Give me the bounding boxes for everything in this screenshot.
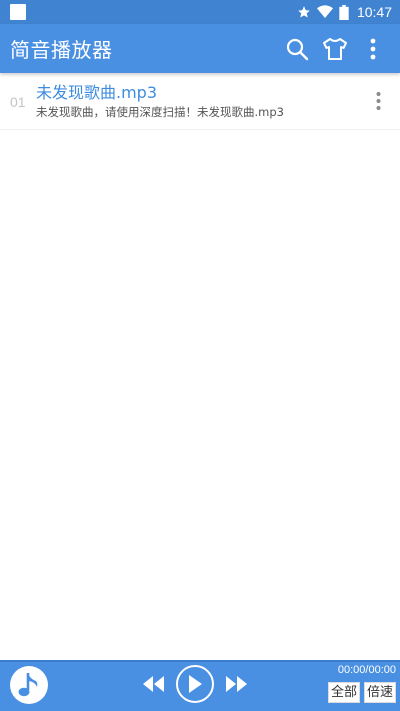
play-icon	[189, 675, 202, 693]
music-note-icon	[18, 673, 38, 697]
wifi-icon	[316, 5, 333, 18]
fast-forward-button[interactable]	[224, 673, 250, 695]
list-item[interactable]: 01 未发现歌曲.mp3 未发现歌曲，请使用深度扫描！未发现歌曲.mp3	[0, 73, 400, 130]
theme-button[interactable]	[320, 34, 350, 64]
app-bar: 简音播放器	[0, 24, 400, 73]
rewind-icon	[143, 676, 164, 692]
album-art[interactable]	[10, 666, 48, 704]
player-bar: 00:00/00:00 全部 倍速	[0, 660, 400, 711]
song-title: 未发现歌曲.mp3	[36, 82, 158, 102]
song-index: 01	[10, 94, 26, 110]
play-button[interactable]	[176, 665, 214, 703]
star-icon	[298, 6, 310, 18]
rewind-button[interactable]	[140, 673, 166, 695]
song-subtitle: 未发现歌曲，请使用深度扫描！未发现歌曲.mp3	[36, 104, 284, 119]
speed-button[interactable]: 倍速	[363, 682, 396, 703]
search-button[interactable]	[282, 34, 312, 64]
battery-icon	[339, 4, 349, 20]
more-vert-icon	[376, 92, 380, 110]
clock: 10:47	[356, 4, 392, 20]
overflow-menu-button[interactable]	[358, 34, 388, 64]
app-title: 简音播放器	[10, 38, 113, 62]
song-list: 01 未发现歌曲.mp3 未发现歌曲，请使用深度扫描！未发现歌曲.mp3	[0, 73, 400, 130]
more-vert-icon	[370, 38, 376, 59]
playback-time: 00:00/00:00	[337, 664, 396, 676]
fast-forward-icon	[226, 676, 247, 692]
play-mode-button[interactable]: 全部	[327, 682, 360, 703]
shirt-icon	[323, 37, 347, 60]
status-bar: 10:47	[0, 0, 400, 24]
notification-icon	[10, 4, 26, 20]
song-more-button[interactable]	[358, 81, 398, 121]
search-icon	[286, 38, 309, 60]
